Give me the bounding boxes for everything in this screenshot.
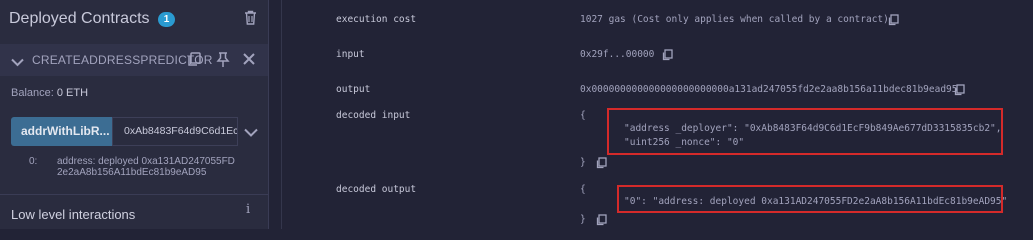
copy-icon[interactable] <box>187 52 201 72</box>
copy-icon[interactable] <box>596 213 607 231</box>
trash-icon[interactable] <box>244 10 257 30</box>
close-icon[interactable] <box>242 52 256 71</box>
execution-cost-label: execution cost <box>336 14 417 25</box>
contract-name: CREATEADDRESSPREDICTOR <box>32 53 213 67</box>
output-index: 0: <box>29 156 38 167</box>
chevron-down-icon[interactable] <box>244 124 258 142</box>
decoded-input-open-brace: { <box>580 110 586 121</box>
copy-icon[interactable] <box>596 156 607 174</box>
info-icon[interactable]: i <box>246 202 250 217</box>
deployed-contracts-panel: Deployed Contracts 1 CREATEADDRESSPREDIC… <box>0 0 268 229</box>
function-call-button[interactable]: addrWithLibR... <box>11 117 112 146</box>
input-label: input <box>336 49 365 60</box>
output-label: output <box>336 84 371 95</box>
copy-icon[interactable] <box>662 48 673 66</box>
contract-count-badge: 1 <box>158 12 175 27</box>
decoded-input-label: decoded input <box>336 110 411 121</box>
decoded-input-close-brace: } <box>580 157 586 168</box>
decoded-input-line-1: "address _deployer": "0xAb8483F64d9C6d1E… <box>624 123 1002 134</box>
decoded-input-line-2: "uint256 _nonce": "0" <box>624 137 745 148</box>
decoded-output-line-1: "0": "address: deployed 0xa131AD247055FD… <box>624 196 1008 207</box>
output-value: 0x000000000000000000000000a131ad247055fd… <box>580 84 958 95</box>
panel-splitter[interactable] <box>268 0 281 229</box>
chevron-down-icon[interactable] <box>11 54 24 72</box>
function-args-input[interactable]: 0xAb8483F64d9C6d1EcF <box>112 117 238 146</box>
contract-instance-header[interactable]: CREATEADDRESSPREDICTOR <box>0 44 268 76</box>
balance: Balance: 0 ETH <box>11 87 88 99</box>
execution-cost-value: 1027 gas (Cost only applies when called … <box>580 14 889 25</box>
copy-icon[interactable] <box>954 83 965 101</box>
input-value: 0x29f...00000 <box>580 49 655 60</box>
decoded-output-open-brace: { <box>580 184 586 195</box>
call-output-line-1: address: deployed 0xa131AD247055FD <box>57 156 235 167</box>
divider <box>0 194 268 195</box>
call-output-line-2: 2e2aA8b156A11bdEc81b9eAD95 <box>57 167 207 178</box>
balance-label: Balance: <box>11 87 54 99</box>
decoded-output-close-brace: } <box>580 214 586 225</box>
pin-icon[interactable] <box>216 52 230 73</box>
copy-icon[interactable] <box>888 13 899 31</box>
balance-value: 0 ETH <box>56 87 89 99</box>
low-level-interactions-heading: Low level interactions <box>11 207 136 222</box>
panel-title: Deployed Contracts <box>9 10 150 27</box>
decoded-output-label: decoded output <box>336 184 417 195</box>
